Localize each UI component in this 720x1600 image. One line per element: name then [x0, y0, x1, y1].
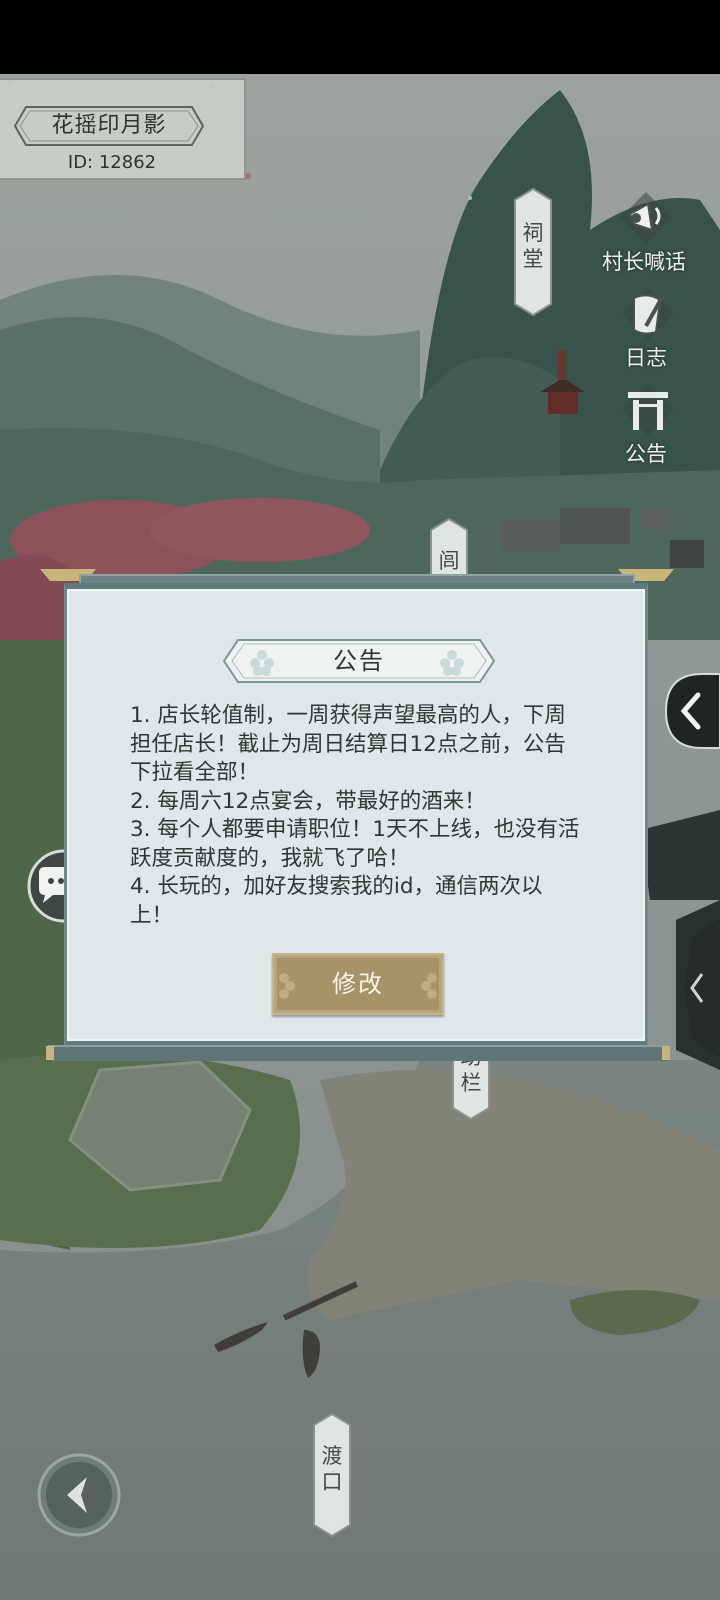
notice-label: 公告: [625, 442, 667, 466]
status-bar: [0, 0, 720, 74]
location-ancestral-hall[interactable]: 祠堂: [514, 188, 552, 316]
log-label: 日志: [625, 346, 667, 370]
chevron-left-icon: [684, 918, 720, 1058]
scroll-brush-icon: [622, 288, 674, 340]
side-drawer-handle[interactable]: [680, 918, 720, 1058]
village-chief-shout-button[interactable]: 村长喊话: [594, 190, 694, 276]
location-ferry[interactable]: 渡口: [313, 1413, 351, 1537]
player-id: ID: 12862: [67, 152, 157, 173]
announcement-line: 2. 每周六12点宴会，带最好的酒来！: [130, 788, 486, 814]
back-button[interactable]: [37, 1453, 121, 1537]
log-button[interactable]: 日志: [596, 286, 696, 372]
notice-button[interactable]: 公告: [596, 382, 696, 468]
announcement-list[interactable]: 1. 店长轮值制，一周获得声望最高的人，下周担任店长！截止为周日结算日12点之前…: [130, 702, 580, 930]
dialog-title-plate: 公告: [222, 638, 496, 684]
player-name-plate: 花摇印月影: [13, 106, 205, 146]
flower-ornament-icon: [421, 973, 437, 999]
dialog-bottom-rod: [46, 1045, 670, 1061]
back-arrow-icon: [37, 1453, 121, 1537]
flower-ornament-icon: [279, 973, 295, 999]
edit-button[interactable]: 修改: [272, 953, 444, 1015]
collapse-panel-button[interactable]: [664, 673, 720, 749]
notice-board-icon: [622, 384, 674, 436]
megaphone-icon: [620, 192, 672, 244]
announcement-line: 3. 每个人都要申请职位！1天不上线，也没有活跃度贡献度的，我就飞了哈！: [130, 817, 580, 871]
location-ferry-label: 渡口: [321, 1444, 343, 1494]
dialog-title: 公告: [333, 647, 385, 675]
edit-button-label: 修改: [332, 970, 384, 998]
player-info-card[interactable]: 花摇印月影 ID: 12862: [0, 78, 246, 180]
location-ancestral-hall-label: 祠堂: [522, 221, 544, 271]
announcement-line: 1. 店长轮值制，一周获得声望最高的人，下周担任店长！截止为周日结算日12点之前…: [130, 703, 566, 785]
player-name: 花摇印月影: [51, 113, 167, 138]
announcement-dialog: 公告 1. 店长轮值制，一周获得声望最高的人，下周担任店长！截止为周日结算日12…: [40, 565, 674, 1075]
chevron-left-icon: [664, 673, 720, 749]
announcement-line: 4. 长玩的，加好友搜索我的id，通信两次以上！: [130, 874, 543, 928]
village-chief-shout-label: 村长喊话: [602, 250, 686, 274]
